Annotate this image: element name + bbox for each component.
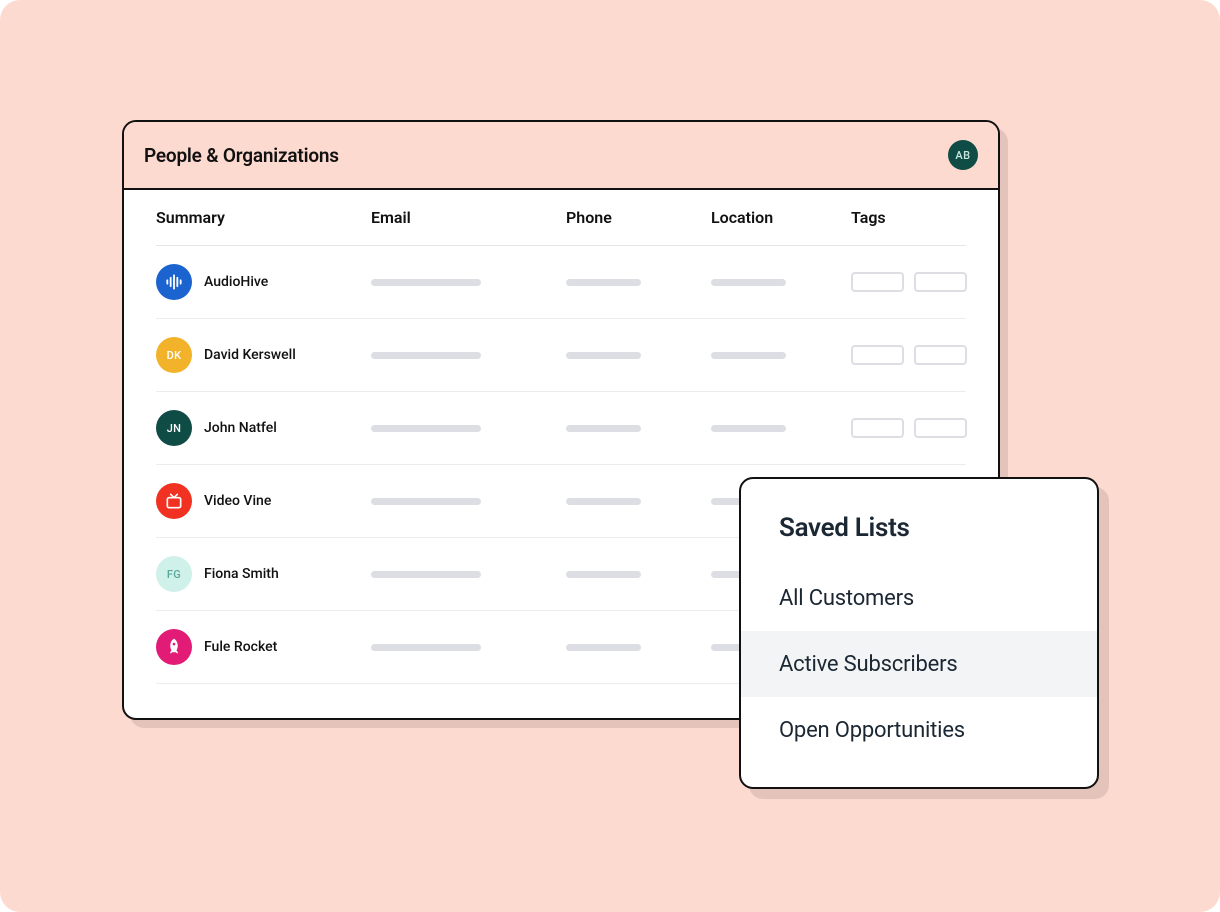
- cell-summary: DK David Kerswell: [156, 337, 371, 373]
- cell-phone: [566, 352, 711, 359]
- avatar-initials: JN: [156, 410, 192, 446]
- table-header: Summary Email Phone Location Tags: [156, 190, 966, 246]
- placeholder-bar: [371, 425, 481, 432]
- saved-list-item[interactable]: All Customers: [741, 565, 1097, 631]
- avatar-initials: FG: [156, 556, 192, 592]
- popover-title: Saved Lists: [741, 513, 1097, 565]
- rocket-icon: [156, 629, 192, 665]
- placeholder-bar: [711, 425, 786, 432]
- placeholder-bar: [566, 425, 641, 432]
- cell-email: [371, 571, 566, 578]
- placeholder-bar: [371, 644, 481, 651]
- row-name: John Natfel: [204, 420, 277, 436]
- placeholder-bar: [566, 279, 641, 286]
- cell-tags: [851, 272, 991, 292]
- audio-bars-icon: [156, 264, 192, 300]
- tag-pill[interactable]: [851, 418, 904, 438]
- placeholder-bar: [371, 571, 481, 578]
- placeholder-bar: [371, 279, 481, 286]
- row-name: Video Vine: [204, 493, 271, 509]
- tag-group: [851, 272, 991, 292]
- cell-summary: JN John Natfel: [156, 410, 371, 446]
- cell-summary: Fule Rocket: [156, 629, 371, 665]
- table-row[interactable]: JN John Natfel: [156, 392, 966, 465]
- saved-list-item[interactable]: Open Opportunities: [741, 697, 1097, 763]
- cell-summary: Video Vine: [156, 483, 371, 519]
- row-name: AudioHive: [204, 274, 268, 290]
- col-phone[interactable]: Phone: [566, 208, 711, 227]
- cell-phone: [566, 498, 711, 505]
- avatar-initials: DK: [156, 337, 192, 373]
- placeholder-bar: [711, 279, 786, 286]
- popover-items: All CustomersActive SubscribersOpen Oppo…: [741, 565, 1097, 763]
- placeholder-bar: [566, 644, 641, 651]
- tag-pill[interactable]: [851, 345, 904, 365]
- row-name: David Kerswell: [204, 347, 296, 363]
- cell-loc: [711, 425, 851, 432]
- col-email[interactable]: Email: [371, 208, 566, 227]
- cell-summary: FG Fiona Smith: [156, 556, 371, 592]
- panel-title: People & Organizations: [144, 144, 339, 167]
- avatar-initials-text: FG: [167, 568, 181, 581]
- tag-group: [851, 345, 991, 365]
- tv-icon: [156, 483, 192, 519]
- cell-loc: [711, 279, 851, 286]
- cell-email: [371, 498, 566, 505]
- cell-summary: AudioHive: [156, 264, 371, 300]
- cell-loc: [711, 352, 851, 359]
- col-location[interactable]: Location: [711, 208, 851, 227]
- placeholder-bar: [566, 352, 641, 359]
- cell-email: [371, 352, 566, 359]
- row-name: Fiona Smith: [204, 566, 279, 582]
- tag-pill[interactable]: [851, 272, 904, 292]
- tag-pill[interactable]: [914, 418, 967, 438]
- placeholder-bar: [371, 352, 481, 359]
- placeholder-bar: [566, 571, 641, 578]
- placeholder-bar: [566, 498, 641, 505]
- cell-phone: [566, 644, 711, 651]
- cell-phone: [566, 425, 711, 432]
- avatar-initials-text: DK: [167, 349, 182, 362]
- tag-pill[interactable]: [914, 345, 967, 365]
- cell-email: [371, 644, 566, 651]
- col-summary[interactable]: Summary: [156, 208, 371, 227]
- saved-lists-popover: Saved Lists All CustomersActive Subscrib…: [739, 477, 1099, 789]
- placeholder-bar: [711, 352, 786, 359]
- cell-email: [371, 425, 566, 432]
- canvas: People & Organizations AB Summary Email …: [0, 0, 1220, 912]
- tag-pill[interactable]: [914, 272, 967, 292]
- saved-list-item[interactable]: Active Subscribers: [741, 631, 1097, 697]
- cell-tags: [851, 418, 991, 438]
- placeholder-bar: [371, 498, 481, 505]
- panel-header: People & Organizations AB: [124, 122, 998, 190]
- avatar-initials-text: JN: [167, 422, 182, 435]
- table-row[interactable]: DK David Kerswell: [156, 319, 966, 392]
- user-avatar[interactable]: AB: [948, 140, 978, 170]
- cell-phone: [566, 571, 711, 578]
- table-row[interactable]: AudioHive: [156, 246, 966, 319]
- tag-group: [851, 418, 991, 438]
- cell-email: [371, 279, 566, 286]
- col-tags[interactable]: Tags: [851, 208, 991, 227]
- cell-tags: [851, 345, 991, 365]
- cell-phone: [566, 279, 711, 286]
- row-name: Fule Rocket: [204, 639, 277, 655]
